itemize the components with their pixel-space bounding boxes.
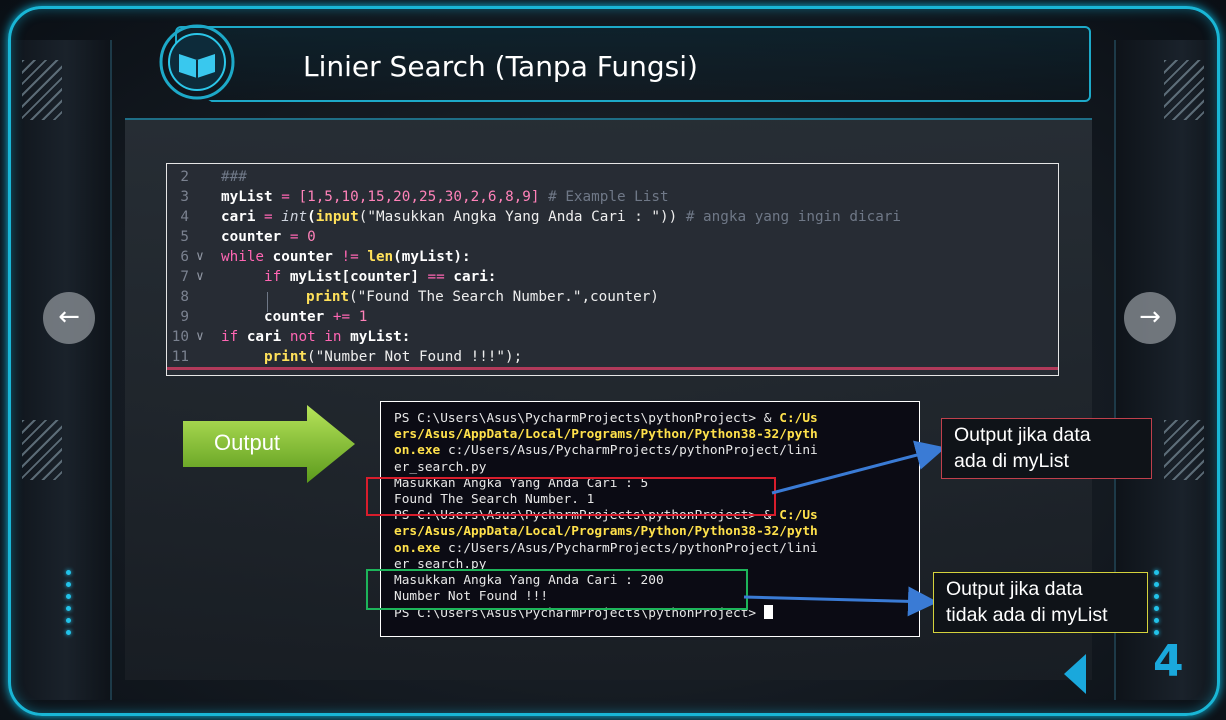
code-token: ("Masukkan Angka Yang Anda Cari : ")) <box>358 209 678 225</box>
code-line: 10 ∨ if cari not in myList: <box>167 327 1058 347</box>
line-number: 11 <box>171 349 189 365</box>
code-token: myList[counter] <box>281 269 428 285</box>
code-token: counter <box>221 229 282 245</box>
not-found-highlight-box <box>366 569 748 610</box>
code-token: int <box>281 209 308 225</box>
code-line: 2 ### <box>167 167 1058 187</box>
terminal-text: C:/Us <box>779 508 818 524</box>
code-token: len <box>367 249 394 265</box>
callout-text: Output jika data <box>946 578 1083 600</box>
left-side-panel <box>0 40 112 700</box>
terminal-text: PS C:\Users\Asus\PycharmProjects\pythonP… <box>394 411 780 426</box>
indent-guide <box>267 292 268 312</box>
code-token: ("Number Not Found !!!"); <box>307 349 523 365</box>
code-token: if <box>221 329 239 345</box>
code-editor: 2 ### 3 myList = [1,5,10,15,20,25,30,2,6,8… <box>166 163 1059 376</box>
code-token: cari <box>238 329 290 345</box>
line-number: 3 <box>180 189 189 205</box>
terminal-line: PS C:\Users\Asus\PycharmProjects\pythonP… <box>394 411 919 427</box>
code-token: input <box>315 209 359 225</box>
code-line: 7 ∨ if myList[counter] == cari: <box>167 267 1058 287</box>
code-token: myList: <box>341 329 411 345</box>
code-token: [1,5,10,15,20,25,30,2,6,8,9] <box>298 189 540 205</box>
terminal-cursor[interactable] <box>763 605 773 620</box>
line-number: 8 <box>180 289 189 305</box>
code-comment: # angka yang ingin dicari <box>677 209 902 225</box>
code-line: 4 cari = int(input("Masukkan Angka Yang A… <box>167 207 1058 227</box>
fold-chevron-icon[interactable]: ∨ <box>196 247 204 267</box>
decor-stripes <box>1164 60 1204 120</box>
line-number: 2 <box>180 169 189 185</box>
decor-dots <box>1154 570 1160 642</box>
terminal-line: on.exe c:/Users/Asus/PycharmProjects/pyt… <box>394 541 919 557</box>
code-token: ("Found The Search Number.",counter) <box>349 289 659 305</box>
decor-stripes <box>1164 420 1204 480</box>
slide-title: Linier Search (Tanpa Fungsi) <box>303 50 698 83</box>
terminal-text: c:/Users/Asus/PycharmProjects/pythonProj… <box>440 540 818 556</box>
code-token: while <box>221 249 265 265</box>
code-token: != <box>341 249 359 265</box>
line-number: 4 <box>180 209 189 225</box>
line-number: 5 <box>180 229 189 245</box>
callout-text: ada di myList <box>954 450 1069 472</box>
code-token: cari <box>221 209 256 225</box>
terminal-line: er_search.py <box>394 459 487 475</box>
terminal-line: on.exe c:/Users/Asus/PycharmProjects/pyt… <box>394 443 919 459</box>
code-token: = <box>272 189 299 205</box>
terminal-text: on.exe <box>394 443 441 459</box>
code-token: ( <box>307 209 316 225</box>
line-number: 7 <box>180 269 189 285</box>
code-token: += <box>324 309 359 325</box>
code-token: myList <box>221 189 273 205</box>
slide-header: Linier Search (Tanpa Fungsi) <box>145 20 1091 104</box>
line-number: 9 <box>180 309 189 325</box>
code-token: not in <box>289 329 342 345</box>
code-token: 0 <box>307 229 316 245</box>
terminal-line: ers/Asus/AppData/Local/Programs/Python/P… <box>394 427 818 443</box>
output-label: Output <box>214 430 281 455</box>
code-token: 1 <box>358 309 368 325</box>
book-emblem-icon <box>159 24 235 100</box>
code-line: 5 counter = 0 <box>167 227 1058 247</box>
terminal-line: ers/Asus/AppData/Local/Programs/Python/P… <box>394 524 818 540</box>
code-line: 6 ∨ while counter != len(myList): <box>167 247 1058 267</box>
page-number: 4 <box>1153 636 1184 687</box>
arrow-left-icon[interactable]: ← <box>43 292 95 344</box>
code-token: print <box>306 289 350 305</box>
code-token: cari: <box>444 269 497 285</box>
line-number: 10 <box>171 329 189 345</box>
code-line: 11 print("Number Not Found !!!"); <box>167 347 1058 367</box>
code-token: if <box>264 269 282 285</box>
slide-frame: Linier Search (Tanpa Fungsi) 2 ### 3 myLis… <box>0 0 1226 720</box>
callout-not-found: Output jika data tidak ada di myList <box>933 572 1148 633</box>
fold-chevron-icon[interactable]: ∨ <box>196 327 204 347</box>
callout-text: tidak ada di myList <box>946 604 1108 626</box>
found-highlight-box <box>366 477 776 516</box>
decor-stripes <box>22 420 62 480</box>
line-number: 6 <box>180 249 189 265</box>
code-token: = <box>255 209 282 225</box>
terminal-text: C:/Us <box>779 411 818 426</box>
terminal-text: c:/Users/Asus/PycharmProjects/pythonProj… <box>440 443 818 459</box>
code-token: print <box>264 349 308 365</box>
decor-stripes <box>22 60 62 120</box>
code-comment: ### <box>221 169 247 185</box>
arrow-right-icon[interactable]: → <box>1124 292 1176 344</box>
decor-dots <box>66 570 72 642</box>
code-token: counter <box>264 249 342 265</box>
code-token: (myList): <box>393 249 471 265</box>
callout-text: Output jika data <box>954 424 1091 446</box>
code-line: 8 print("Found The Search Number.",counte… <box>167 287 1058 307</box>
terminal-text: on.exe <box>394 540 441 556</box>
code-line: 9 counter += 1 <box>167 307 1058 327</box>
fold-chevron-icon[interactable]: ∨ <box>196 267 204 287</box>
current-line-marker <box>167 367 1058 370</box>
code-token: == <box>427 269 445 285</box>
code-comment: # Example List <box>539 189 669 205</box>
code-line: 3 myList = [1,5,10,15,20,25,30,2,6,8,9] #… <box>167 187 1058 207</box>
page-triangle-icon <box>1064 654 1086 694</box>
code-token: = <box>281 229 308 245</box>
code-token: counter <box>264 309 325 325</box>
callout-found: Output jika data ada di myList <box>941 418 1152 479</box>
